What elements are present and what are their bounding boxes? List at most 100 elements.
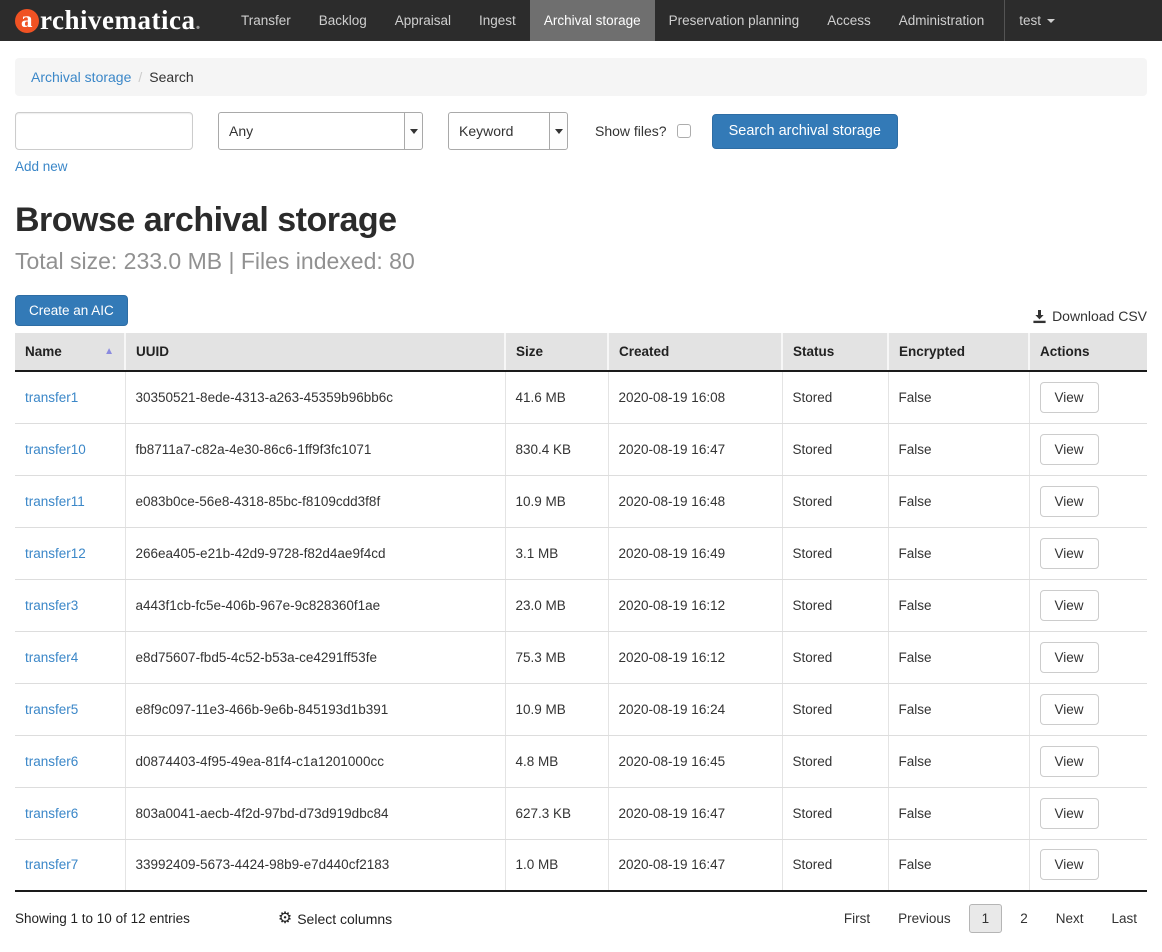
table-row: transfer4 e8d75607-fbd5-4c52-b53a-ce4291…	[15, 631, 1147, 683]
search-field-selected-value: Any	[219, 123, 253, 139]
column-header-encrypted[interactable]: Encrypted	[888, 333, 1029, 371]
status-cell: Stored	[782, 371, 888, 423]
nav-item-backlog[interactable]: Backlog	[305, 0, 381, 41]
nav-item-access[interactable]: Access	[813, 0, 885, 41]
search-query-input[interactable]	[15, 112, 193, 150]
select-columns-label: Select columns	[297, 911, 392, 927]
pagination-page-2[interactable]: 2	[1010, 905, 1038, 932]
breadcrumb-separator: /	[138, 69, 142, 85]
nav-item-administration[interactable]: Administration	[885, 0, 999, 41]
column-header-uuid[interactable]: UUID	[125, 333, 505, 371]
column-header-size[interactable]: Size	[505, 333, 608, 371]
pagination: First Previous 1 2 Next Last	[826, 904, 1147, 933]
logo-a-icon: a	[15, 9, 39, 33]
table-footer: Showing 1 to 10 of 12 entries ⚙ Select c…	[15, 904, 1147, 933]
table-row: transfer6 d0874403-4f95-49ea-81f4-c1a120…	[15, 735, 1147, 787]
size-cell: 75.3 MB	[505, 631, 608, 683]
view-button[interactable]: View	[1040, 642, 1099, 673]
encrypted-cell: False	[888, 423, 1029, 475]
main-nav: Transfer Backlog Appraisal Ingest Archiv…	[227, 0, 1069, 41]
archivematica-logo[interactable]: archivematica.	[0, 0, 227, 41]
transfer-name-link[interactable]: transfer10	[25, 442, 86, 457]
nav-item-transfer[interactable]: Transfer	[227, 0, 305, 41]
view-button[interactable]: View	[1040, 798, 1099, 829]
search-field-select[interactable]: Any	[218, 112, 423, 150]
encrypted-cell: False	[888, 579, 1029, 631]
size-cell: 23.0 MB	[505, 579, 608, 631]
user-menu[interactable]: test	[1005, 0, 1069, 41]
search-type-selected-value: Keyword	[449, 123, 513, 139]
archival-storage-table: Name ▲ UUID Size Created Status Encrypte…	[15, 333, 1147, 892]
uuid-cell: a443f1cb-fc5e-406b-967e-9c828360f1ae	[125, 579, 505, 631]
pagination-previous[interactable]: Previous	[888, 905, 961, 932]
uuid-cell: e8d75607-fbd5-4c52-b53a-ce4291ff53fe	[125, 631, 505, 683]
transfer-name-link[interactable]: transfer6	[25, 806, 78, 821]
created-cell: 2020-08-19 16:45	[608, 735, 782, 787]
encrypted-cell: False	[888, 527, 1029, 579]
pagination-next[interactable]: Next	[1046, 905, 1094, 932]
transfer-name-link[interactable]: transfer5	[25, 702, 78, 717]
search-type-select[interactable]: Keyword	[448, 112, 568, 150]
pagination-page-1[interactable]: 1	[969, 904, 1003, 933]
status-cell: Stored	[782, 735, 888, 787]
created-cell: 2020-08-19 16:49	[608, 527, 782, 579]
column-header-name-label: Name	[25, 344, 62, 359]
transfer-name-link[interactable]: transfer12	[25, 546, 86, 561]
created-cell: 2020-08-19 16:48	[608, 475, 782, 527]
uuid-cell: e083b0ce-56e8-4318-85bc-f8109cdd3f8f	[125, 475, 505, 527]
uuid-cell: fb8711a7-c82a-4e30-86c6-1ff9f3fc1071	[125, 423, 505, 475]
sort-ascending-icon: ▲	[104, 346, 114, 357]
transfer-name-link[interactable]: transfer4	[25, 650, 78, 665]
download-icon	[1032, 309, 1047, 324]
uuid-cell: 33992409-5673-4424-98b9-e7d440cf2183	[125, 839, 505, 891]
table-row: transfer11 e083b0ce-56e8-4318-85bc-f8109…	[15, 475, 1147, 527]
created-cell: 2020-08-19 16:08	[608, 371, 782, 423]
status-cell: Stored	[782, 631, 888, 683]
breadcrumb-archival-storage-link[interactable]: Archival storage	[31, 69, 131, 85]
nav-item-ingest[interactable]: Ingest	[465, 0, 530, 41]
select-columns-button[interactable]: ⚙ Select columns	[278, 911, 392, 927]
select-arrow-button[interactable]	[404, 113, 422, 149]
caret-down-icon	[1047, 19, 1055, 23]
view-button[interactable]: View	[1040, 849, 1099, 880]
transfer-name-link[interactable]: transfer11	[25, 494, 85, 509]
column-header-status[interactable]: Status	[782, 333, 888, 371]
view-button[interactable]: View	[1040, 382, 1099, 413]
pagination-first[interactable]: First	[834, 905, 880, 932]
download-csv-link[interactable]: Download CSV	[1032, 308, 1147, 326]
view-button[interactable]: View	[1040, 486, 1099, 517]
logo-period: .	[195, 12, 201, 41]
encrypted-cell: False	[888, 787, 1029, 839]
show-files-checkbox[interactable]	[677, 124, 691, 138]
view-button[interactable]: View	[1040, 746, 1099, 777]
column-header-name[interactable]: Name ▲	[15, 333, 125, 371]
transfer-name-link[interactable]: transfer6	[25, 754, 78, 769]
pagination-last[interactable]: Last	[1101, 905, 1147, 932]
uuid-cell: d0874403-4f95-49ea-81f4-c1a1201000cc	[125, 735, 505, 787]
transfer-name-link[interactable]: transfer3	[25, 598, 78, 613]
view-button[interactable]: View	[1040, 590, 1099, 621]
size-cell: 4.8 MB	[505, 735, 608, 787]
view-button[interactable]: View	[1040, 694, 1099, 725]
logo-text: rchivematica	[40, 5, 195, 36]
encrypted-cell: False	[888, 371, 1029, 423]
column-header-created[interactable]: Created	[608, 333, 782, 371]
table-row: transfer6 803a0041-aecb-4f2d-97bd-d73d91…	[15, 787, 1147, 839]
view-button[interactable]: View	[1040, 434, 1099, 465]
nav-item-appraisal[interactable]: Appraisal	[381, 0, 465, 41]
chevron-down-icon	[555, 129, 563, 134]
uuid-cell: 30350521-8ede-4313-a263-45359b96bb6c	[125, 371, 505, 423]
encrypted-cell: False	[888, 735, 1029, 787]
created-cell: 2020-08-19 16:47	[608, 787, 782, 839]
status-cell: Stored	[782, 475, 888, 527]
transfer-name-link[interactable]: transfer1	[25, 390, 78, 405]
view-button[interactable]: View	[1040, 538, 1099, 569]
create-aic-button[interactable]: Create an AIC	[15, 295, 128, 326]
search-submit-button[interactable]: Search archival storage	[712, 114, 898, 149]
add-new-link[interactable]: Add new	[15, 159, 68, 174]
transfer-name-link[interactable]: transfer7	[25, 857, 78, 872]
status-cell: Stored	[782, 839, 888, 891]
nav-item-preservation-planning[interactable]: Preservation planning	[655, 0, 814, 41]
nav-item-archival-storage[interactable]: Archival storage	[530, 0, 655, 41]
select-arrow-button[interactable]	[549, 113, 567, 149]
